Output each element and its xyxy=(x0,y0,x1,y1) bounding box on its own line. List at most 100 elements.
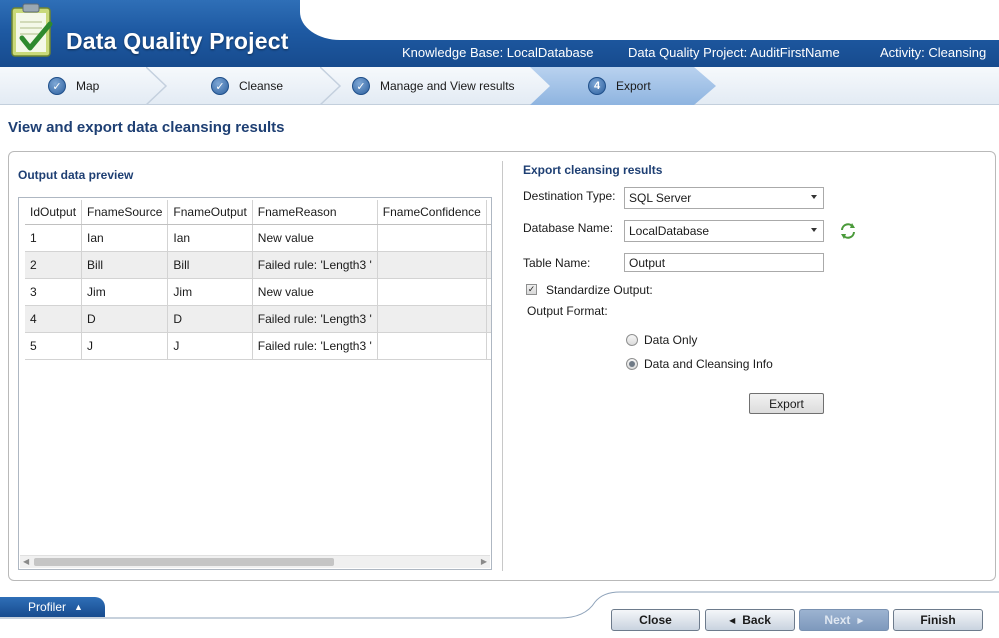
destination-type-select[interactable]: SQL Server xyxy=(624,187,824,209)
chevron-down-icon xyxy=(811,228,817,232)
table-row[interactable]: 2 Bill Bill Failed rule: 'Length3 ' In xyxy=(25,251,491,279)
app-title: Data Quality Project xyxy=(66,28,289,54)
step-export[interactable]: 4 Export xyxy=(588,67,651,105)
step-manage-results[interactable]: ✓ Manage and View results xyxy=(352,67,515,105)
table-cell: Failed rule: 'Length3 ' xyxy=(252,251,378,279)
scroll-left-icon[interactable]: ◀ xyxy=(23,556,29,568)
table-cell: Ian xyxy=(167,224,253,252)
table-cell: Ian xyxy=(81,224,169,252)
table-cell: D xyxy=(167,305,253,333)
standardize-output-checkbox[interactable]: ✓ xyxy=(526,284,537,295)
column-header[interactable]: FnameSource xyxy=(81,200,169,225)
horizontal-scrollbar[interactable]: ◀ ▶ xyxy=(20,555,490,568)
table-name-label: Table Name: xyxy=(523,256,591,270)
project-label: Data Quality Project: AuditFirstName xyxy=(628,45,840,60)
step-separator xyxy=(320,67,342,105)
step-separator xyxy=(146,67,168,105)
table-cell xyxy=(377,332,487,360)
scrollbar-thumb[interactable] xyxy=(34,558,334,566)
table-row[interactable]: 1 Ian Ian New value N xyxy=(25,224,491,252)
data-only-radio[interactable] xyxy=(626,334,638,346)
page-title: View and export data cleansing results xyxy=(8,119,285,136)
close-button-label: Close xyxy=(639,613,672,627)
standardize-output-label: Standardize Output: xyxy=(546,283,653,297)
table-cell: N xyxy=(486,278,491,306)
table-cell: Bill xyxy=(81,251,169,279)
back-button[interactable]: ◀ Back xyxy=(705,609,795,631)
profiler-tab-label: Profiler xyxy=(28,600,67,614)
table-header-row: IdOutput FnameSource FnameOutput FnameRe… xyxy=(25,200,491,225)
check-icon: ✓ xyxy=(48,77,66,95)
table-cell: Failed rule: 'Length3 ' xyxy=(252,332,378,360)
step-label: Map xyxy=(76,79,100,93)
database-name-select[interactable]: LocalDatabase xyxy=(624,220,824,242)
wizard-step-bar: ✓ Map ✓ Cleanse ✓ Manage and View result… xyxy=(0,67,999,105)
table-cell: 3 xyxy=(25,278,83,306)
step-map[interactable]: ✓ Map xyxy=(48,67,99,105)
chevron-down-icon xyxy=(811,195,817,199)
table-row[interactable]: 3 Jim Jim New value N xyxy=(25,278,491,306)
step-label: Export xyxy=(616,79,651,93)
table-cell: 4 xyxy=(25,305,83,333)
table-row[interactable]: 4 D D Failed rule: 'Length3 ' In xyxy=(25,305,491,333)
data-and-cleansing-info-radio[interactable] xyxy=(626,358,638,370)
knowledge-base-label: Knowledge Base: LocalDatabase xyxy=(402,45,594,60)
table-cell: J xyxy=(167,332,253,360)
panel-divider xyxy=(502,161,503,571)
table-cell: 1 xyxy=(25,224,83,252)
table-cell: Bill xyxy=(167,251,253,279)
data-only-label: Data Only xyxy=(644,333,698,347)
column-header[interactable]: FnameReason xyxy=(252,200,378,225)
table-row[interactable]: 5 J J Failed rule: 'Length3 ' In xyxy=(25,332,491,360)
app-header: Data Quality Project Knowledge Base: Loc… xyxy=(0,0,999,67)
arrow-right-icon: ▶ xyxy=(857,615,864,625)
table-cell: N xyxy=(486,224,491,252)
check-icon: ✓ xyxy=(211,77,229,95)
column-header[interactable]: FnameConfidence xyxy=(377,200,487,225)
table-cell: In xyxy=(486,305,491,333)
table-cell: In xyxy=(486,332,491,360)
table-cell: In xyxy=(486,251,491,279)
header-decor xyxy=(300,0,999,40)
clipboard-check-icon xyxy=(11,3,53,57)
arrow-left-icon: ◀ xyxy=(729,615,736,625)
scroll-right-icon[interactable]: ▶ xyxy=(481,556,487,568)
database-name-value: LocalDatabase xyxy=(629,224,710,238)
step-label: Cleanse xyxy=(239,79,284,93)
table-cell xyxy=(377,224,487,252)
table-cell: J xyxy=(81,332,169,360)
next-button[interactable]: Next ▶ xyxy=(799,609,889,631)
finish-button[interactable]: Finish xyxy=(893,609,983,631)
table-cell: 2 xyxy=(25,251,83,279)
profiler-tab[interactable]: Profiler ▲ xyxy=(0,597,105,617)
close-button[interactable]: Close xyxy=(611,609,700,631)
preview-table: IdOutput FnameSource FnameOutput FnameRe… xyxy=(25,200,491,360)
table-cell: 5 xyxy=(25,332,83,360)
finish-button-label: Finish xyxy=(920,613,956,627)
output-preview-heading: Output data preview xyxy=(18,168,134,182)
table-cell xyxy=(377,251,487,279)
column-header[interactable]: FnameOutput xyxy=(167,200,253,225)
table-cell: Failed rule: 'Length3 ' xyxy=(252,305,378,333)
step-number-icon: 4 xyxy=(588,77,606,95)
export-heading: Export cleansing results xyxy=(523,163,663,177)
data-and-cleansing-info-label: Data and Cleansing Info xyxy=(644,357,773,371)
destination-type-label: Destination Type: xyxy=(523,189,616,203)
activity-label: Activity: Cleansing xyxy=(880,45,987,60)
chevron-up-icon: ▲ xyxy=(74,602,83,612)
table-cell: D xyxy=(81,305,169,333)
output-preview-grid[interactable]: IdOutput FnameSource FnameOutput FnameRe… xyxy=(18,197,492,570)
export-button[interactable]: Export xyxy=(749,393,824,414)
destination-type-value: SQL Server xyxy=(629,191,692,205)
table-cell: Jim xyxy=(167,278,253,306)
output-format-label: Output Format: xyxy=(527,304,608,318)
refresh-icon[interactable] xyxy=(839,222,857,240)
database-name-label: Database Name: xyxy=(523,221,614,235)
column-header[interactable]: IdOutput xyxy=(25,200,83,225)
step-label: Manage and View results xyxy=(380,79,515,93)
next-button-label: Next xyxy=(824,613,851,627)
step-cleanse[interactable]: ✓ Cleanse xyxy=(211,67,283,105)
check-icon: ✓ xyxy=(352,77,370,95)
column-header[interactable]: Fr xyxy=(486,200,491,225)
table-name-input[interactable] xyxy=(624,253,824,272)
